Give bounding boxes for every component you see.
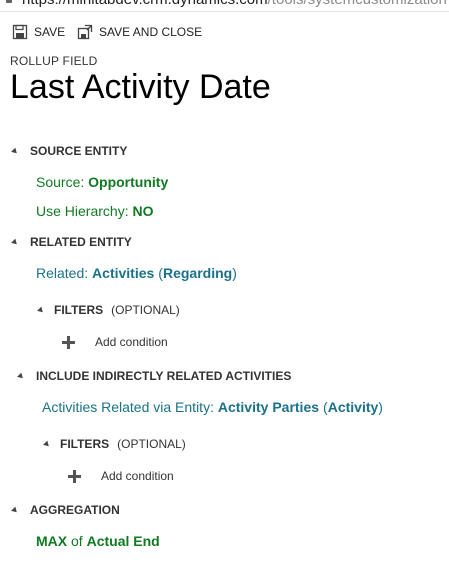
- aggregation-field-value[interactable]: Actual End: [87, 533, 160, 549]
- activities-related-via-field: Activities Related via Entity: Activity …: [42, 399, 383, 415]
- aggregation-of-label: of: [71, 533, 83, 549]
- collapse-triangle-icon: [17, 372, 25, 380]
- floppy-disk-icon: [12, 24, 28, 40]
- filters-optional-label: (OPTIONAL): [117, 437, 186, 451]
- via-entity-value[interactable]: Activity Parties: [218, 399, 319, 415]
- source-entity-title: SOURCE ENTITY: [30, 144, 128, 158]
- save-button[interactable]: SAVE: [12, 22, 65, 42]
- paren-close: ): [378, 399, 383, 415]
- browser-url-bar[interactable]: https://minitabdev.crm.dynamics.com/tool…: [0, 0, 449, 12]
- plus-icon: [68, 469, 81, 483]
- collapse-triangle-icon: [11, 147, 19, 155]
- related-filters-header[interactable]: FILTERS (OPTIONAL): [37, 303, 180, 317]
- collapse-triangle-icon: [11, 238, 19, 246]
- url-text[interactable]: https://minitabdev.crm.dynamics.com/tool…: [22, 0, 447, 8]
- source-field: Source: Opportunity: [36, 174, 168, 190]
- form-type-label: ROLLUP FIELD: [10, 54, 98, 68]
- via-relationship-value[interactable]: Activity: [328, 399, 379, 415]
- collapse-triangle-icon: [43, 440, 51, 448]
- page-title: Last Activity Date: [10, 68, 271, 106]
- url-host: https://minitabdev.crm.dynamics.com: [22, 0, 268, 8]
- collapse-triangle-icon: [11, 506, 19, 514]
- add-condition-label: Add condition: [95, 335, 168, 349]
- aggregation-field: MAX of Actual End: [36, 533, 160, 549]
- related-relationship-value[interactable]: Regarding: [163, 265, 232, 281]
- plus-icon: [62, 335, 75, 349]
- filters-optional-label: (OPTIONAL): [111, 303, 180, 317]
- save-label: SAVE: [34, 25, 66, 39]
- indirect-filters-header[interactable]: FILTERS (OPTIONAL): [43, 437, 186, 451]
- save-and-close-button[interactable]: SAVE AND CLOSE: [77, 22, 202, 42]
- aggregation-title: AGGREGATION: [30, 503, 120, 517]
- indirect-activities-title: INCLUDE INDIRECTLY RELATED ACTIVITIES: [36, 369, 292, 383]
- use-hierarchy-field: Use Hierarchy: NO: [36, 203, 153, 219]
- related-label: Related:: [36, 265, 89, 281]
- add-condition-button[interactable]: Add condition: [62, 335, 168, 349]
- url-path: /tools/systemcustomization: [268, 0, 447, 8]
- related-entity-value[interactable]: Activities: [92, 265, 154, 281]
- use-hierarchy-value[interactable]: NO: [132, 203, 153, 219]
- source-entity-section-header[interactable]: SOURCE ENTITY: [11, 144, 128, 158]
- paren-close: ): [232, 265, 237, 281]
- source-value[interactable]: Opportunity: [88, 174, 168, 190]
- save-and-close-label: SAVE AND CLOSE: [99, 25, 203, 39]
- related-entity-section-header[interactable]: RELATED ENTITY: [11, 235, 132, 249]
- filters-title: FILTERS: [54, 303, 104, 317]
- filters-title: FILTERS: [60, 437, 110, 451]
- add-condition-label: Add condition: [101, 469, 174, 483]
- save-and-close-icon: [77, 24, 93, 40]
- add-condition-button[interactable]: Add condition: [68, 469, 174, 483]
- via-label: Activities Related via Entity:: [42, 399, 214, 415]
- aggregation-section-header[interactable]: AGGREGATION: [11, 503, 120, 517]
- indirect-activities-section-header[interactable]: INCLUDE INDIRECTLY RELATED ACTIVITIES: [17, 369, 292, 383]
- source-label: Source:: [36, 174, 85, 190]
- use-hierarchy-label: Use Hierarchy:: [36, 203, 129, 219]
- related-field: Related: Activities (Regarding): [36, 265, 237, 281]
- collapse-triangle-icon: [37, 306, 45, 314]
- rollup-field-editor: https://minitabdev.crm.dynamics.com/tool…: [0, 0, 449, 579]
- lock-icon: [6, 0, 12, 3]
- aggregation-function[interactable]: MAX: [36, 533, 67, 549]
- related-entity-title: RELATED ENTITY: [30, 235, 132, 249]
